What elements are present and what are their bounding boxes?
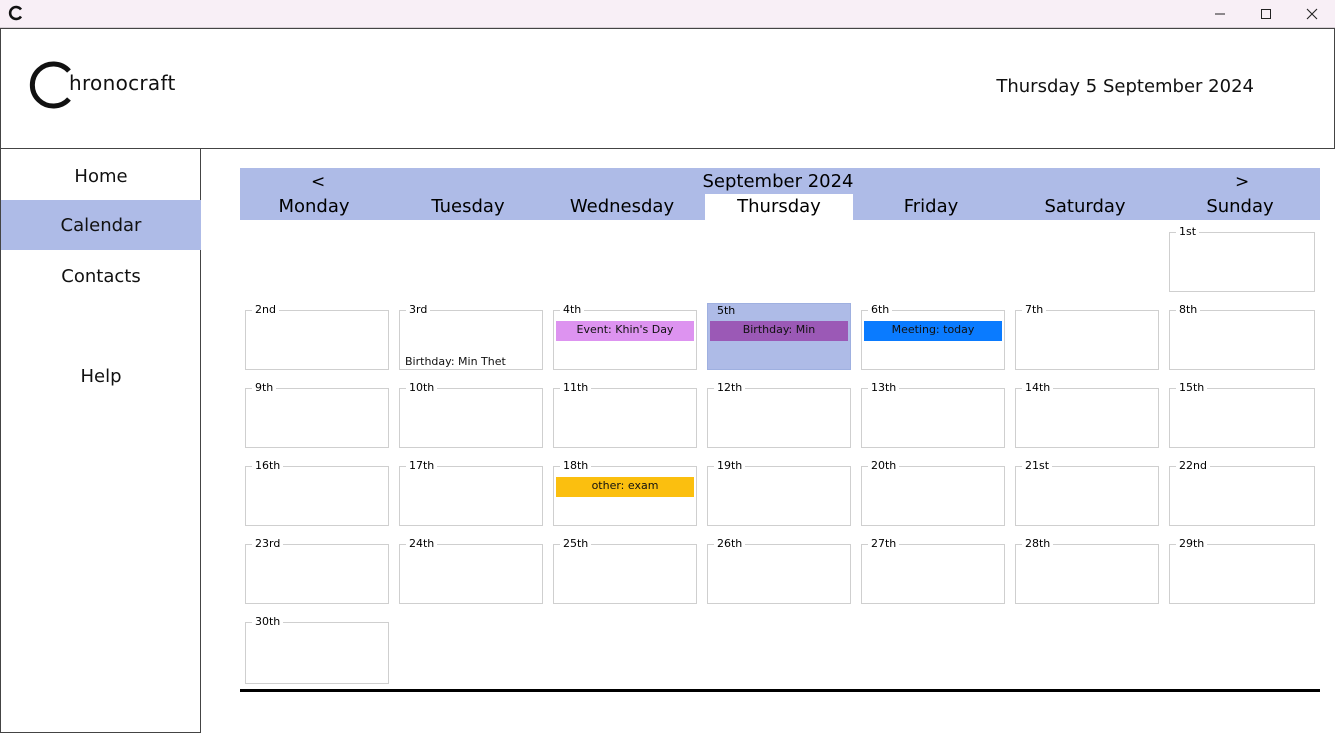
- sidebar-item-calendar[interactable]: Calendar: [1, 200, 201, 250]
- day-number: 27th: [868, 537, 900, 551]
- day-number: 28th: [1022, 537, 1054, 551]
- day-cell-17[interactable]: 17th: [399, 459, 543, 526]
- day-header-friday: Friday: [903, 196, 959, 217]
- day-number: 2nd: [252, 303, 279, 317]
- day-number: 9th: [252, 381, 277, 395]
- sidebar-item-home[interactable]: Home: [1, 151, 201, 201]
- day-number: 20th: [868, 459, 900, 473]
- next-month-button[interactable]: >: [1235, 172, 1249, 192]
- month-title: September 2024: [702, 171, 854, 192]
- event-khins-day[interactable]: Event: Khin's Day: [556, 321, 694, 341]
- day-number: 26th: [714, 537, 746, 551]
- day-cell-6[interactable]: 6th Meeting: today: [861, 303, 1005, 370]
- day-cell-10[interactable]: 10th: [399, 381, 543, 448]
- day-number: 10th: [406, 381, 438, 395]
- chronocraft-logo: hronocraft: [27, 59, 175, 111]
- close-button[interactable]: [1289, 0, 1335, 28]
- day-number: 24th: [406, 537, 438, 551]
- day-number: 5th: [714, 304, 739, 318]
- day-number: 7th: [1022, 303, 1047, 317]
- day-number: 3rd: [406, 303, 431, 317]
- day-number: 4th: [560, 303, 585, 317]
- calendar-bottom-divider: [240, 689, 1320, 692]
- app-logo-icon: [8, 5, 24, 21]
- minimize-button[interactable]: [1197, 0, 1243, 28]
- day-cell-24[interactable]: 24th: [399, 537, 543, 604]
- maximize-button[interactable]: [1243, 0, 1289, 28]
- day-cell-13[interactable]: 13th: [861, 381, 1005, 448]
- day-number: 1st: [1176, 225, 1200, 239]
- day-cell-1[interactable]: 1st: [1169, 225, 1315, 292]
- day-header-sunday: Sunday: [1206, 196, 1274, 217]
- sidebar-item-label: Help: [80, 365, 122, 387]
- day-cell-19[interactable]: 19th: [707, 459, 851, 526]
- day-cell-7[interactable]: 7th: [1015, 303, 1159, 370]
- sidebar-item-label: Calendar: [60, 214, 142, 236]
- day-number: 25th: [560, 537, 592, 551]
- day-cell-8[interactable]: 8th: [1169, 303, 1315, 370]
- day-header-wednesday: Wednesday: [569, 196, 675, 217]
- event-birthday-min[interactable]: Birthday: Min: [710, 321, 848, 341]
- day-cell-2[interactable]: 2nd: [245, 303, 389, 370]
- day-header-monday: Monday: [278, 196, 350, 217]
- day-number: 17th: [406, 459, 438, 473]
- calendar-header: < September 2024 > Monday Tuesday Wednes…: [240, 168, 1320, 220]
- day-cell-23[interactable]: 23rd: [245, 537, 389, 604]
- day-number: 23rd: [252, 537, 284, 551]
- sidebar: Home Calendar Contacts Help: [0, 149, 201, 733]
- day-number: 13th: [868, 381, 900, 395]
- day-cell-22[interactable]: 22nd: [1169, 459, 1315, 526]
- day-number: 8th: [1176, 303, 1201, 317]
- day-number: 18th: [560, 459, 592, 473]
- day-cell-21[interactable]: 21st: [1015, 459, 1159, 526]
- day-number: 12th: [714, 381, 746, 395]
- sidebar-item-label: Contacts: [61, 265, 141, 287]
- day-number: 11th: [560, 381, 592, 395]
- day-cell-29[interactable]: 29th: [1169, 537, 1315, 604]
- event-other-exam[interactable]: other: exam: [556, 477, 694, 497]
- day-cell-11[interactable]: 11th: [553, 381, 697, 448]
- day-header-saturday: Saturday: [1044, 196, 1126, 217]
- day-cell-4[interactable]: 4th Event: Khin's Day: [553, 303, 697, 370]
- day-number: 22nd: [1176, 459, 1210, 473]
- minimize-icon: [1214, 8, 1226, 20]
- logo-text: hronocraft: [69, 71, 176, 95]
- day-cell-20[interactable]: 20th: [861, 459, 1005, 526]
- day-cell-9[interactable]: 9th: [245, 381, 389, 448]
- day-number: 16th: [252, 459, 284, 473]
- maximize-icon: [1260, 8, 1272, 20]
- day-number: 30th: [252, 615, 284, 629]
- app-header: hronocraft Thursday 5 September 2024: [0, 28, 1335, 149]
- close-icon: [1306, 8, 1318, 20]
- day-number: 29th: [1176, 537, 1208, 551]
- day-cell-12[interactable]: 12th: [707, 381, 851, 448]
- day-number: 19th: [714, 459, 746, 473]
- title-bar: [0, 0, 1335, 28]
- day-cell-28[interactable]: 28th: [1015, 537, 1159, 604]
- day-header-thursday: Thursday: [705, 194, 853, 220]
- day-cell-14[interactable]: 14th: [1015, 381, 1159, 448]
- day-number: 14th: [1022, 381, 1054, 395]
- day-cell-5-today[interactable]: 5th Birthday: Min: [707, 303, 851, 370]
- day-cell-3[interactable]: 3rd Birthday: Min Thet: [399, 303, 543, 370]
- day-cell-27[interactable]: 27th: [861, 537, 1005, 604]
- sidebar-item-contacts[interactable]: Contacts: [1, 251, 201, 301]
- day-cell-25[interactable]: 25th: [553, 537, 697, 604]
- day-cell-16[interactable]: 16th: [245, 459, 389, 526]
- day-number: 6th: [868, 303, 893, 317]
- day-header-tuesday: Tuesday: [431, 196, 505, 217]
- day-number: 21st: [1022, 459, 1053, 473]
- day-cell-30[interactable]: 30th: [245, 615, 389, 684]
- day-cell-18[interactable]: 18th other: exam: [553, 459, 697, 526]
- day-number: 15th: [1176, 381, 1208, 395]
- day-cell-26[interactable]: 26th: [707, 537, 851, 604]
- sidebar-item-label: Home: [74, 165, 128, 187]
- event-birthday-min-thet[interactable]: Birthday: Min Thet: [405, 355, 506, 368]
- sidebar-item-help[interactable]: Help: [1, 351, 201, 401]
- event-meeting-today[interactable]: Meeting: today: [864, 321, 1002, 341]
- current-date: Thursday 5 September 2024: [996, 76, 1254, 97]
- day-cell-15[interactable]: 15th: [1169, 381, 1315, 448]
